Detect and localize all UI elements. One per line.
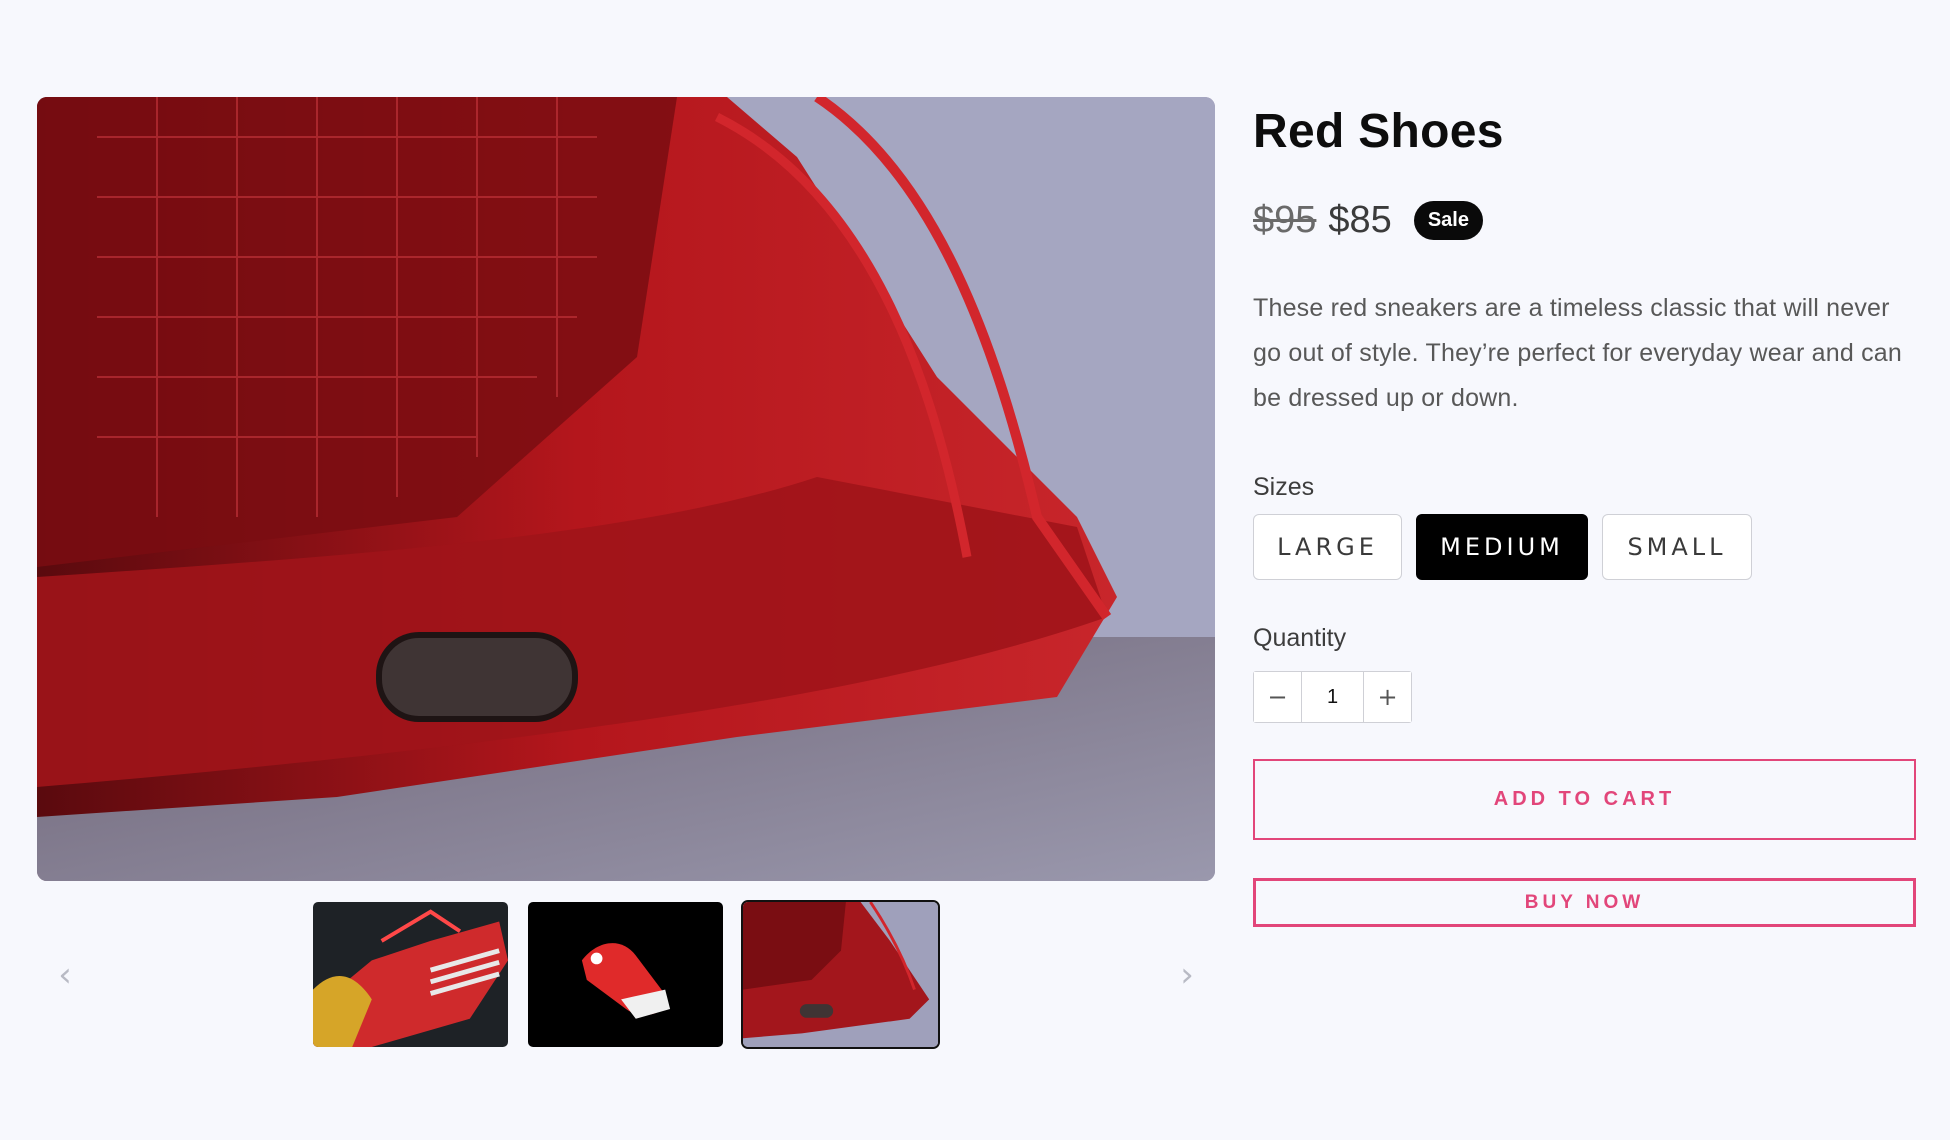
thumbnail-2[interactable]: [526, 900, 725, 1049]
plus-icon: +: [1377, 683, 1398, 711]
chevron-right-icon: ›: [1180, 955, 1194, 995]
product-description: These red sneakers are a timeless classi…: [1253, 294, 1902, 412]
sizes-label: Sizes: [1253, 473, 1315, 501]
sale-price: $85: [1328, 198, 1392, 241]
size-option-medium[interactable]: MEDIUM: [1416, 514, 1588, 580]
main-product-image: [37, 97, 1215, 881]
sale-badge: Sale: [1413, 200, 1483, 240]
chevron-left-icon: ‹: [58, 955, 72, 995]
product-info: Red Shoes $95 $85 Sale These red sneaker…: [1253, 100, 1918, 927]
minus-icon: −: [1267, 683, 1288, 711]
quantity-input[interactable]: [1301, 672, 1364, 722]
original-price: $95: [1253, 198, 1317, 241]
product-title: Red Shoes: [1253, 105, 1504, 158]
size-selector: LARGE MEDIUM SMALL: [1253, 514, 1918, 580]
thumbnail-1[interactable]: [311, 900, 510, 1049]
size-option-small[interactable]: SMALL: [1602, 514, 1752, 580]
quantity-increment-button[interactable]: +: [1364, 672, 1411, 722]
price-row: $95 $85 Sale: [1253, 194, 1918, 246]
quantity-decrement-button[interactable]: −: [1254, 672, 1301, 722]
gallery-prev-button[interactable]: ‹: [48, 950, 82, 1000]
product-page: ‹ › Red Shoes $95 $85 Sale These red sne…: [0, 0, 1950, 1140]
thumbnail-strip: [311, 900, 940, 1049]
gallery-next-button[interactable]: ›: [1170, 950, 1204, 1000]
thumbnail-3[interactable]: [741, 900, 940, 1049]
size-option-large[interactable]: LARGE: [1253, 514, 1402, 580]
buy-now-button[interactable]: BUY NOW: [1253, 878, 1916, 927]
add-to-cart-button[interactable]: ADD TO CART: [1253, 759, 1916, 840]
quantity-label: Quantity: [1253, 624, 1347, 652]
quantity-stepper: − +: [1253, 671, 1412, 723]
